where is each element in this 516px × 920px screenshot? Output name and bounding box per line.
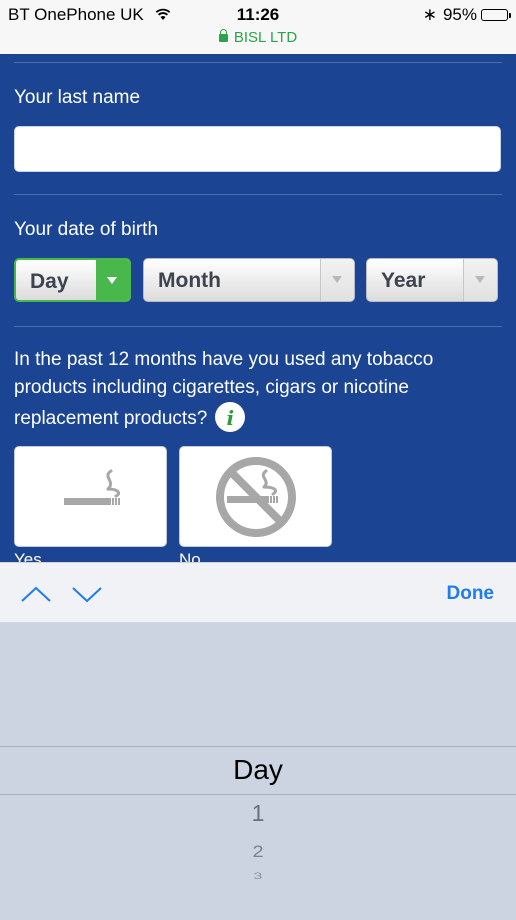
chevron-down-icon	[463, 259, 497, 301]
smoker-no-button[interactable]	[179, 446, 332, 547]
picker-option[interactable]: 3	[0, 872, 516, 882]
month-select-value: Month	[158, 269, 221, 292]
day-picker-wheel[interactable]: Day 1 2 3	[0, 622, 516, 920]
picker-selection-line	[0, 794, 516, 795]
picker-option-selected[interactable]: Day	[0, 754, 516, 786]
status-bar: BT OnePhone UK 11:26 BISL LTD ∗ 95%	[0, 0, 516, 54]
cigarette-icon	[64, 469, 121, 505]
form-panel: Your last name Your date of birth Day Mo…	[0, 54, 516, 562]
smoker-yes-label: Yes	[14, 550, 42, 562]
day-select-value: Day	[30, 270, 69, 293]
picker-option[interactable]: 1	[0, 800, 516, 827]
divider	[14, 326, 502, 327]
last-name-label: Your last name	[14, 87, 141, 108]
picker-option[interactable]: 2	[0, 843, 516, 863]
no-smoking-icon	[216, 457, 296, 537]
lock-icon	[218, 29, 228, 42]
picker-selection-line	[0, 746, 516, 747]
day-select[interactable]: Day	[14, 258, 131, 302]
smoker-yes-button[interactable]	[14, 446, 167, 547]
last-name-input[interactable]	[14, 126, 501, 172]
battery-icon	[481, 9, 511, 21]
divider	[14, 62, 502, 63]
bluetooth-icon: ∗	[422, 5, 437, 24]
chevron-down-icon	[96, 260, 129, 300]
info-icon[interactable]: i	[215, 402, 246, 432]
secure-site[interactable]: BISL LTD	[0, 29, 516, 46]
battery-percent: 95%	[442, 5, 477, 24]
divider	[14, 194, 502, 195]
year-select[interactable]: Year	[366, 258, 498, 302]
chevron-down-icon[interactable]	[70, 579, 104, 609]
done-button[interactable]: Done	[447, 583, 495, 605]
keyboard-accessory-bar: Done	[0, 562, 516, 623]
status-right: ∗ 95%	[422, 5, 511, 25]
chevron-down-icon	[320, 259, 354, 301]
tobacco-question: In the past 12 months have you used any …	[14, 346, 502, 433]
chevron-up-icon[interactable]	[19, 579, 53, 609]
smoker-no-label: No	[179, 550, 201, 562]
dob-label: Your date of birth	[14, 219, 159, 240]
month-select[interactable]: Month	[143, 258, 355, 302]
site-name: BISL LTD	[233, 29, 298, 46]
year-select-value: Year	[381, 269, 426, 292]
